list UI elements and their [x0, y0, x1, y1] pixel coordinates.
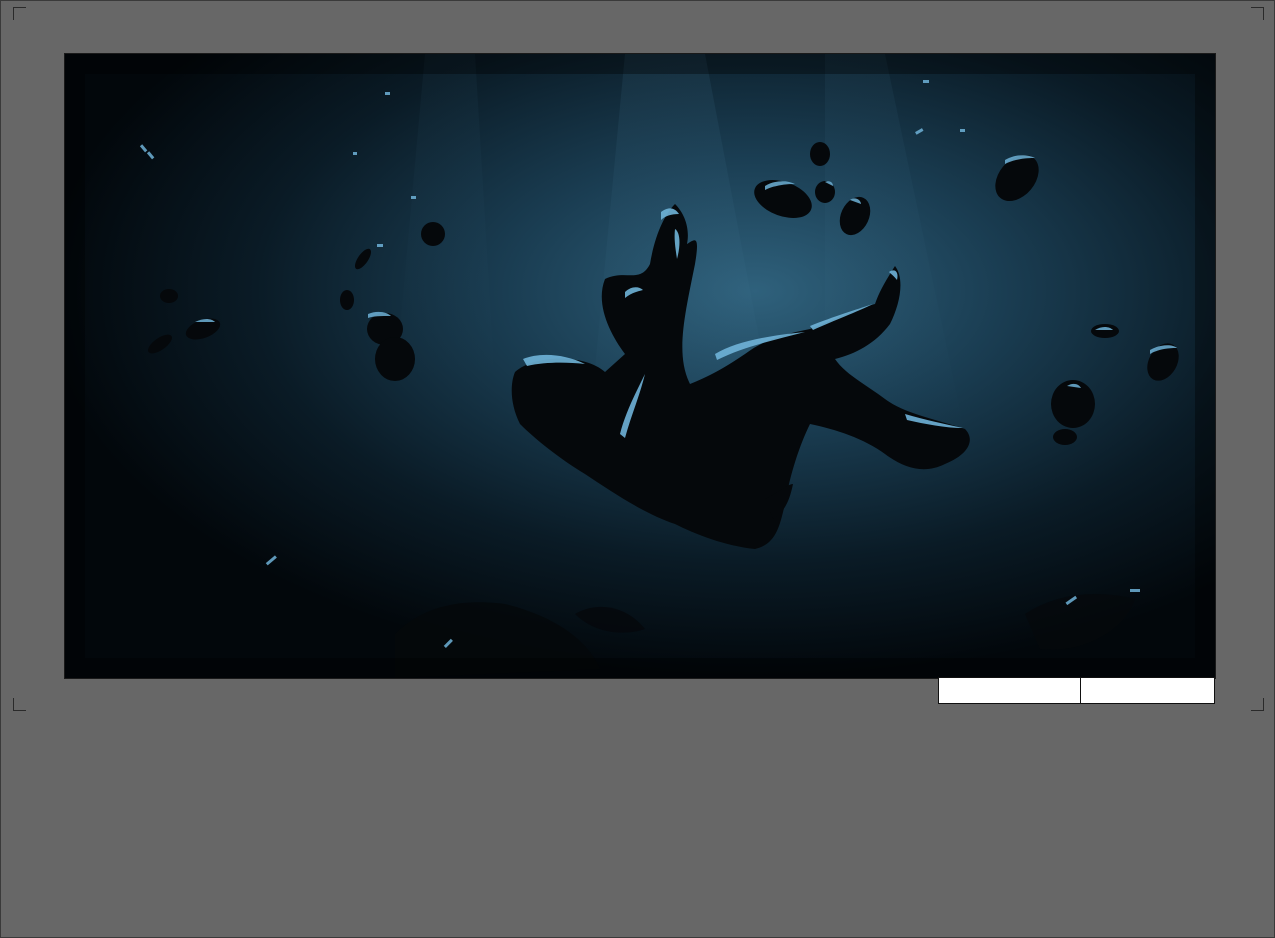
- crop-mark-top-right: [1251, 7, 1264, 20]
- underwater-illustration: [65, 54, 1215, 678]
- scene-number-box[interactable]: [938, 677, 1081, 704]
- crop-mark-top-left: [13, 7, 26, 20]
- storyboard-panel: [64, 53, 1216, 679]
- shot-number-box[interactable]: [1080, 677, 1215, 704]
- crop-mark-bottom-right: [1251, 698, 1264, 711]
- crop-mark-bottom-left: [13, 698, 26, 711]
- storyboard-page: [0, 0, 1275, 938]
